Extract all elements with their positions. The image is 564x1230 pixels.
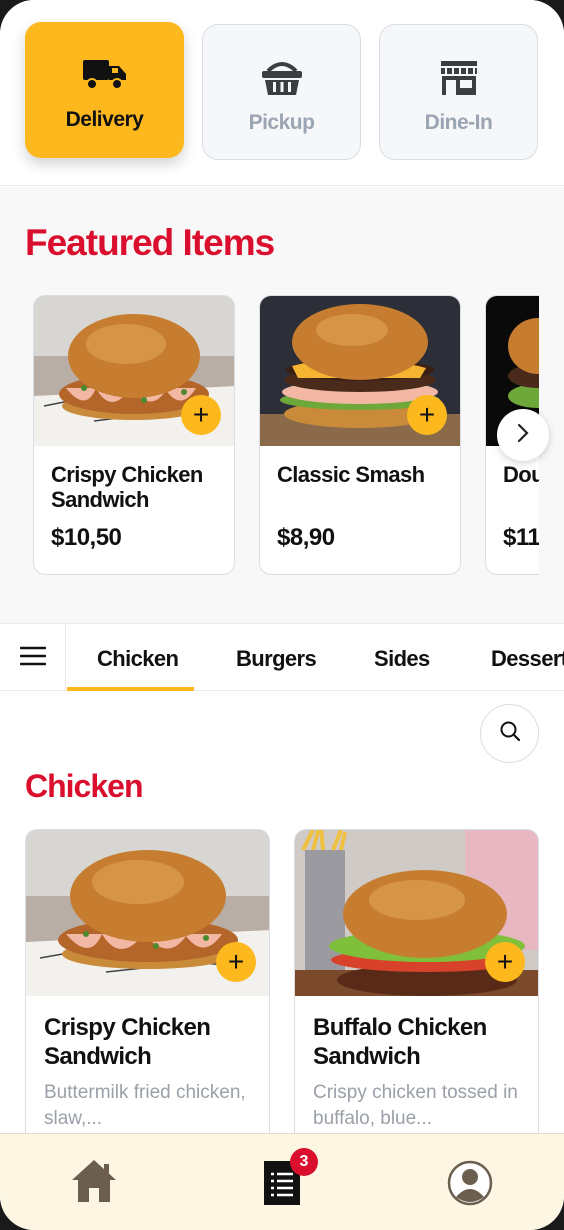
section-title: Chicken (25, 768, 143, 804)
delivery-label: Delivery (65, 108, 144, 131)
category-tabs: Chicken Burgers Sides Desserts (0, 623, 564, 692)
featured-item-price: $11,9 (503, 524, 539, 551)
featured-item-price: $8,90 (277, 524, 335, 551)
tab-desserts[interactable]: Desserts (491, 646, 564, 672)
nav-home[interactable] (70, 1158, 118, 1209)
search-icon (499, 720, 521, 747)
carousel-next-button[interactable] (497, 409, 549, 461)
truck-icon (81, 56, 129, 97)
active-tab-indicator (67, 687, 194, 691)
hamburger-icon (19, 646, 46, 671)
dine-in-option[interactable]: Dine-In (379, 24, 538, 160)
tab-sides[interactable]: Sides (374, 646, 430, 672)
cart-count-badge: 3 (290, 1148, 318, 1176)
featured-item-name: Doul (503, 462, 539, 487)
featured-item-name: Classic Smash (277, 462, 425, 487)
tab-burgers[interactable]: Burgers (236, 646, 317, 672)
featured-item-name: Crispy Chicken Sandwich (51, 462, 203, 512)
menu-item-name: Buffalo Chicken Sandwich (313, 1014, 487, 1070)
store-icon (439, 59, 479, 102)
featured-section: Featured Items + Crispy Chicken Sandwich (0, 187, 564, 623)
menu-item-name: Crispy Chicken Sandwich (44, 1014, 211, 1070)
dine-in-label: Dine-In (424, 111, 493, 134)
menu-button[interactable] (0, 624, 66, 692)
menu-item-card[interactable]: + Buffalo Chicken Sandwich Crispy chicke… (294, 829, 539, 1149)
featured-item-price: $10,50 (51, 524, 122, 551)
menu-item-card[interactable]: + Crispy Chicken Sandwich Buttermilk fri… (25, 829, 270, 1149)
featured-title: Featured Items (25, 222, 275, 263)
delivery-option[interactable]: Delivery (25, 22, 184, 158)
add-to-cart-button[interactable]: + (407, 395, 447, 435)
nav-profile[interactable] (447, 1160, 493, 1211)
chevron-right-icon (516, 422, 530, 449)
featured-card[interactable]: + Crispy Chicken Sandwich $10,50 (33, 295, 235, 575)
basket-icon (260, 59, 304, 102)
menu-item-description: Buttermilk fried chicken, slaw,... (44, 1082, 246, 1129)
add-to-cart-button[interactable]: + (216, 942, 256, 982)
order-type-selector: Delivery Pickup Dine-In (0, 0, 564, 186)
pickup-label: Pickup (248, 111, 315, 134)
bottom-navigation: 3 (0, 1133, 564, 1230)
profile-icon (447, 1160, 493, 1210)
add-to-cart-button[interactable]: + (181, 395, 221, 435)
featured-card[interactable]: + Classic Smash $8,90 (259, 295, 461, 575)
menu-item-description: Crispy chicken tossed in buffalo, blue..… (313, 1082, 518, 1129)
add-to-cart-button[interactable]: + (485, 942, 525, 982)
home-icon (70, 1160, 118, 1208)
app-screen: Delivery Pickup Dine-In Featured Items +… (0, 0, 564, 1230)
order-list-icon (263, 1161, 301, 1210)
search-button[interactable] (480, 704, 539, 763)
pickup-option[interactable]: Pickup (202, 24, 361, 160)
tab-chicken[interactable]: Chicken (97, 646, 179, 672)
